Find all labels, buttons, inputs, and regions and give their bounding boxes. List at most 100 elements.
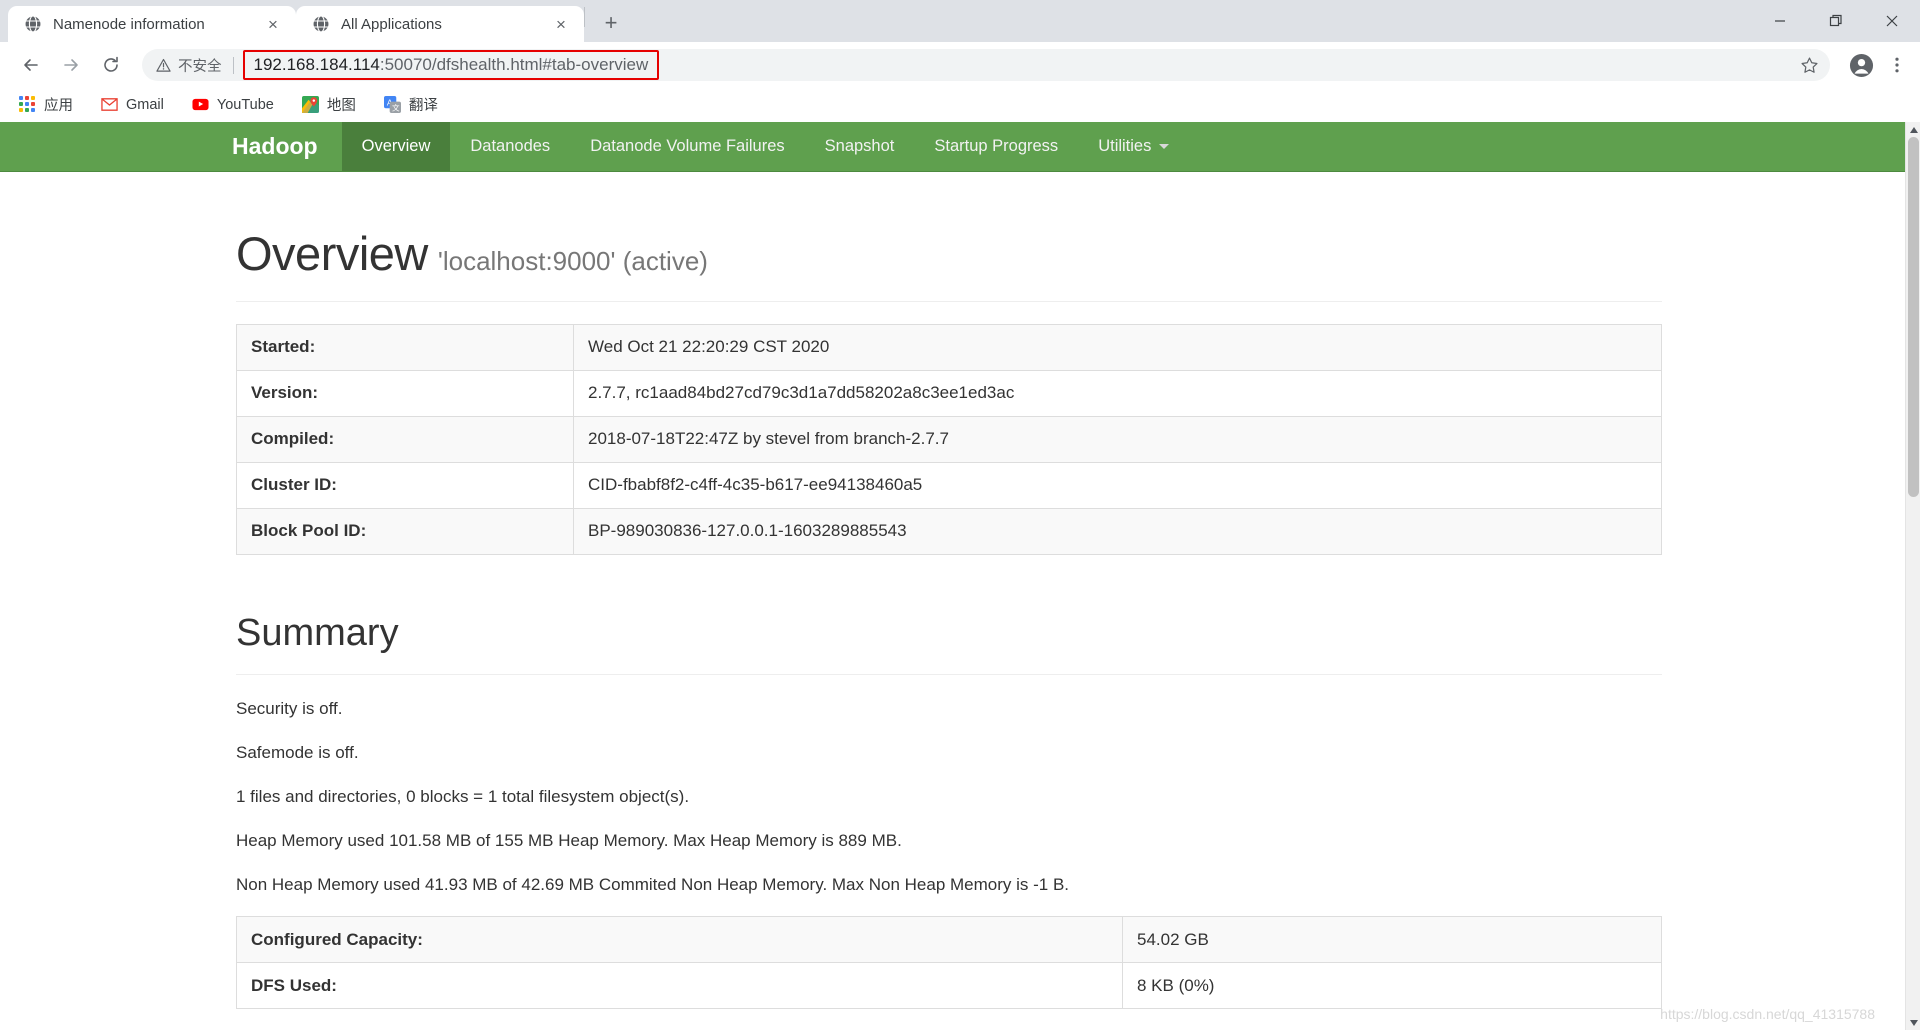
bookmark-label: 应用 [44,98,73,114]
scrollbar-thumb[interactable] [1908,137,1919,497]
row-value: 8 KB (0%) [1122,962,1662,1010]
bookmark-maps[interactable]: 地图 [297,91,361,118]
table-row: Compiled: 2018-07-18T22:47Z by stevel fr… [236,415,1662,463]
capacity-table: Configured Capacity: 54.02 GB DFS Used: … [236,916,1662,1010]
omnibox-divider [232,56,234,74]
row-key: Block Pool ID: [236,507,574,555]
nav-label: Datanodes [470,137,551,155]
table-row: Block Pool ID: BP-989030836-127.0.0.1-16… [236,507,1662,555]
new-tab-button[interactable]: + [595,7,627,39]
bookmark-label: 翻译 [408,98,438,114]
row-key: Compiled: [236,415,574,463]
url-host: 192.168.184.114 [253,54,380,74]
hadoop-brand[interactable]: Hadoop [232,122,342,171]
tab-all-applications[interactable]: All Applications × [296,6,584,42]
page-title: Overview 'localhost:9000' (active) [236,172,1662,281]
url-path: :50070/dfshealth.html#tab-overview [379,54,649,74]
title-divider [236,300,1662,302]
summary-line-heap: Heap Memory used 101.58 MB of 155 MB Hea… [236,830,902,850]
browser-menu-icon[interactable] [1882,48,1912,82]
tab-close-icon[interactable]: × [550,13,572,35]
row-value: 54.02 GB [1122,916,1662,964]
row-key: Configured Capacity: [236,916,1123,964]
svg-text:文: 文 [392,103,400,113]
nav-item-startup-progress[interactable]: Startup Progress [914,122,1078,171]
nav-item-datanodes[interactable]: Datanodes [450,122,570,171]
omnibox[interactable]: 不安全 192.168.184.114:50070/dfshealth.html… [142,49,1830,81]
summary-line-objects: 1 files and directories, 0 blocks = 1 to… [236,787,690,807]
table-row: Configured Capacity: 54.02 GB [236,916,1662,964]
hadoop-navbar: Hadoop Overview Datanodes Datanode Volum… [0,122,1905,172]
row-value: Wed Oct 21 22:20:29 CST 2020 [573,323,1662,371]
globe-icon [24,15,42,33]
security-label: 不安全 [178,58,222,75]
apps-grid-icon [19,96,36,113]
window-controls [1752,0,1920,42]
row-value: CID-fbabf8f2-c4ff-4c35-b617-ee94138460a5 [573,461,1662,509]
table-row: Version: 2.7.7, rc1aad84bd27cd79c3d1a7dd… [236,369,1662,417]
nav-item-datanode-volume-failures[interactable]: Datanode Volume Failures [570,122,804,171]
reload-icon[interactable] [94,48,128,82]
profile-avatar[interactable] [1844,48,1878,82]
youtube-icon [192,96,209,113]
bookmark-star-icon[interactable] [1794,50,1824,80]
tab-namenode-information[interactable]: Namenode information × [8,6,296,42]
summary-title: Summary [236,611,399,654]
row-value: 2.7.7, rc1aad84bd27cd79c3d1a7dd58202a8c3… [573,369,1662,417]
address-bar-url[interactable]: 192.168.184.114:50070/dfshealth.html#tab… [242,49,660,81]
table-row: DFS Used: 8 KB (0%) [236,962,1662,1010]
summary-divider [236,674,1662,676]
scroll-down-icon[interactable] [1906,1015,1920,1030]
bookmarks-bar: 应用 Gmail YouTube 地图 A 文 翻译 [0,88,1920,122]
summary-line-nonheap: Non Heap Memory used 41.93 MB of 42.69 M… [236,874,1070,894]
nav-item-snapshot[interactable]: Snapshot [805,122,915,171]
translate-icon: A 文 [383,96,401,113]
maps-icon [301,96,319,113]
tab-close-icon[interactable]: × [262,13,284,35]
bookmark-label: 地图 [326,98,356,114]
forward-icon[interactable] [54,48,88,82]
bookmark-youtube[interactable]: YouTube [187,93,279,116]
nav-label: Overview [361,137,431,155]
maximize-restore-icon[interactable] [1808,0,1864,42]
main-content: Overview 'localhost:9000' (active) Starte… [0,172,1905,1010]
page-viewport: Hadoop Overview Datanodes Datanode Volum… [0,122,1920,1030]
nav-label: Datanode Volume Failures [590,137,785,155]
minimize-icon[interactable] [1752,0,1808,42]
warning-triangle-icon [156,58,171,73]
bookmark-translate[interactable]: A 文 翻译 [379,91,443,118]
tab-title: Namenode information [53,15,205,33]
cluster-info-table: Started: Wed Oct 21 22:20:29 CST 2020 Ve… [236,323,1662,555]
nav-label: Startup Progress [934,137,1059,155]
globe-icon [312,15,330,33]
page-title-main: Overview [236,227,428,280]
gmail-icon [101,96,118,113]
nav-label: Snapshot [824,137,895,155]
row-value: 2018-07-18T22:47Z by stevel from branch-… [573,415,1662,463]
row-key: Cluster ID: [236,461,574,509]
row-key: Version: [236,369,574,417]
tab-separator [584,7,585,27]
row-key: Started: [236,323,574,371]
row-key: DFS Used: [236,962,1123,1010]
not-secure-indicator[interactable]: 不安全 [156,55,222,76]
nav-item-utilities[interactable]: Utilities [1078,122,1189,171]
bookmark-gmail[interactable]: Gmail [96,93,169,116]
summary-line-security: Security is off. [236,699,343,719]
chevron-down-icon [1159,144,1170,149]
table-row: Cluster ID: CID-fbabf8f2-c4ff-4c35-b617-… [236,461,1662,509]
row-value: BP-989030836-127.0.0.1-1603289885543 [573,507,1662,555]
bookmark-label: Gmail [126,96,164,113]
browser-window: Namenode information × All Applications … [0,0,1920,1030]
bookmark-apps[interactable]: 应用 [14,91,78,118]
nav-item-overview[interactable]: Overview [341,122,451,171]
page-title-subtitle: 'localhost:9000' (active) [437,246,708,276]
bookmark-label: YouTube [216,96,274,113]
scroll-up-icon[interactable] [1906,122,1920,137]
close-window-icon[interactable] [1864,0,1920,42]
browser-toolbar: 不安全 192.168.184.114:50070/dfshealth.html… [0,42,1920,88]
table-row: Started: Wed Oct 21 22:20:29 CST 2020 [236,323,1662,371]
back-icon[interactable] [14,48,48,82]
page-scrollbar[interactable] [1905,122,1920,1030]
page-content: Hadoop Overview Datanodes Datanode Volum… [0,122,1905,1030]
